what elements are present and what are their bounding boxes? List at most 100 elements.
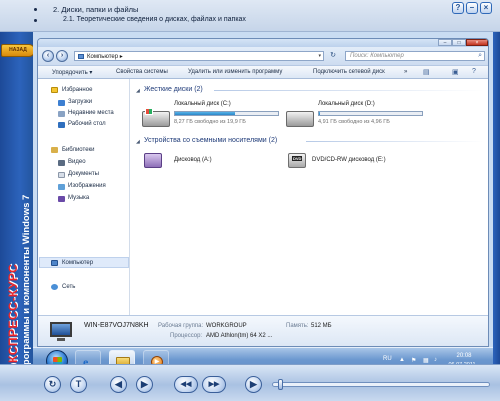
nav-item-music[interactable]: Музыка: [68, 195, 89, 201]
address-input[interactable]: Компьютер ▸ ▾: [74, 51, 324, 61]
floppy-drive-name[interactable]: Дисковод (A:): [174, 157, 212, 163]
drive-c-icon[interactable]: [142, 108, 170, 127]
forward-nav-button[interactable]: ›: [56, 50, 68, 62]
organize-button[interactable]: Упорядочить ▾: [52, 69, 92, 76]
workgroup-label: Рабочая группа:: [158, 323, 204, 329]
next-button[interactable]: ▶: [136, 376, 153, 393]
show-hidden-icons-icon[interactable]: ▲: [399, 357, 405, 363]
drive-d-usage-fill: [319, 112, 321, 115]
chapter-title: 2. Диски, папки и файлы: [53, 5, 139, 14]
action-center-icon[interactable]: ⚑: [411, 357, 416, 364]
network-icon: [51, 284, 58, 290]
system-properties-button[interactable]: Свойства системы: [116, 69, 168, 75]
nav-network[interactable]: Сеть: [62, 284, 75, 290]
nav-favorites[interactable]: Избранное: [62, 87, 92, 93]
previous-chapter-button[interactable]: ◀◀: [174, 376, 198, 393]
clock-time[interactable]: 20:08: [446, 353, 482, 359]
search-icon: ⌕: [478, 52, 482, 59]
nav-item-desktop[interactable]: Рабочий стол: [68, 121, 106, 127]
back-button[interactable]: НАЗАД: [1, 44, 35, 57]
help-icon[interactable]: ?: [472, 68, 476, 75]
language-indicator[interactable]: RU: [383, 356, 392, 362]
course-title: Программы и компоненты Windows 7: [21, 194, 32, 372]
drive-d-name[interactable]: Локальный диск (D:): [318, 101, 375, 107]
section-divider: [214, 90, 484, 91]
nav-item-documents[interactable]: Документы: [68, 171, 99, 177]
preview-pane-icon[interactable]: ▣: [452, 68, 459, 76]
address-location: Компьютер ▸: [87, 54, 123, 60]
nav-item-recent-places[interactable]: Недавние места: [68, 110, 114, 116]
window-titlebar: – □ ×: [38, 39, 488, 47]
network-icon[interactable]: ▦: [423, 357, 429, 364]
video-icon: [58, 160, 65, 166]
chevron-down-icon[interactable]: ▾: [318, 53, 321, 59]
computer-icon: [51, 260, 58, 266]
collapse-triangle-icon[interactable]: ◢: [136, 139, 140, 145]
map-network-drive-button[interactable]: Подключить сетевой диск: [313, 69, 385, 75]
more-commands-button[interactable]: »: [404, 69, 407, 75]
next-chapter-button[interactable]: ▶▶: [202, 376, 226, 393]
replay-button[interactable]: ↻: [44, 376, 61, 393]
content-pane: ◢ Жесткие диски (2) Локальный диск (C:) …: [130, 79, 488, 315]
drive-c-usage-bar: [174, 111, 279, 116]
close-button[interactable]: ×: [480, 2, 492, 14]
uninstall-program-button[interactable]: Удалить или изменить программу: [188, 69, 282, 75]
refresh-icon[interactable]: ↻: [328, 51, 338, 61]
desktop-icon: [58, 122, 65, 128]
brand-logo: ЭКСПРЕСС-КУРС: [6, 263, 20, 372]
navigation-pane: Избранное Загрузки Недавние места Рабочи…: [38, 79, 130, 315]
minimize-button[interactable]: –: [466, 2, 478, 14]
collapse-triangle-icon[interactable]: ◢: [136, 88, 140, 94]
text-button[interactable]: T: [70, 376, 87, 393]
cpu-label: Процессор:: [170, 333, 203, 339]
nav-computer[interactable]: Компьютер: [62, 260, 93, 266]
drive-d-free-space: 4,91 ГБ свободно из 4,96 ГБ: [318, 119, 390, 125]
course-header: 2. Диски, папки и файлы 2.1. Теоретическ…: [0, 0, 500, 32]
computer-name: WIN-E87VOJ7N8KH: [84, 322, 149, 329]
window-close-button[interactable]: ×: [466, 39, 488, 46]
view-options-icon[interactable]: ▤: [423, 68, 430, 76]
section-divider: [306, 141, 484, 142]
search-input[interactable]: Поиск: Компьютер ⌕: [345, 51, 485, 61]
floppy-drive-icon[interactable]: [144, 153, 162, 168]
pictures-icon: [58, 184, 65, 190]
back-nav-button[interactable]: ‹: [42, 50, 54, 62]
downloads-icon: [58, 100, 65, 106]
libraries-icon: [51, 147, 58, 153]
dvd-badge: DVD: [292, 156, 303, 161]
window-maximize-button[interactable]: □: [452, 39, 466, 46]
drive-d-usage-bar: [318, 111, 423, 116]
nav-item-pictures[interactable]: Изображения: [68, 183, 106, 189]
documents-icon: [58, 172, 65, 178]
player-controls: ↻ T ◀ ▶ ◀◀ ▶▶ ▶: [0, 364, 500, 401]
drive-c-name[interactable]: Локальный диск (C:): [174, 101, 231, 107]
seek-handle[interactable]: [278, 379, 283, 390]
command-bar: Упорядочить ▾ Свойства системы Удалить и…: [38, 65, 488, 79]
removable-storage-header[interactable]: Устройства со съемными носителями (2): [144, 137, 277, 144]
recent-places-icon: [58, 111, 65, 117]
drive-c-usage-fill: [175, 112, 235, 115]
course-right-border: [493, 32, 500, 364]
window-minimize-button[interactable]: –: [438, 39, 452, 46]
section-title: 2.1. Теоретические сведения о дисках, фа…: [63, 16, 246, 23]
address-bar: ‹ › Компьютер ▸ ▾ ↻ Поиск: Компьютер ⌕: [38, 47, 488, 65]
nav-item-video[interactable]: Видео: [68, 159, 86, 165]
volume-icon[interactable]: ♪: [434, 357, 437, 363]
bullet-icon: [34, 8, 37, 11]
dvd-drive-name[interactable]: DVD/CD-RW дисковод (E:): [312, 157, 386, 163]
hard-disks-header[interactable]: Жесткие диски (2): [144, 86, 203, 93]
details-pane: WIN-E87VOJ7N8KH Рабочая группа: WORKGROU…: [38, 315, 488, 346]
seek-bar[interactable]: [272, 382, 490, 387]
cpu-value: AMD Athlon(tm) 64 X2 ...: [206, 333, 273, 339]
previous-button[interactable]: ◀: [110, 376, 127, 393]
nav-libraries[interactable]: Библиотеки: [62, 147, 95, 153]
drive-d-icon[interactable]: [286, 111, 314, 127]
star-icon: [51, 87, 58, 93]
play-button[interactable]: ▶: [245, 376, 262, 393]
help-button[interactable]: ?: [452, 2, 464, 14]
explorer-window: – □ × ‹ › Компьютер ▸ ▾ ↻ Поиск: Компьют…: [37, 38, 489, 347]
nav-item-downloads[interactable]: Загрузки: [68, 99, 92, 105]
music-icon: [58, 196, 65, 202]
dvd-drive-icon[interactable]: DVD: [288, 153, 306, 168]
computer-icon: [50, 322, 72, 337]
